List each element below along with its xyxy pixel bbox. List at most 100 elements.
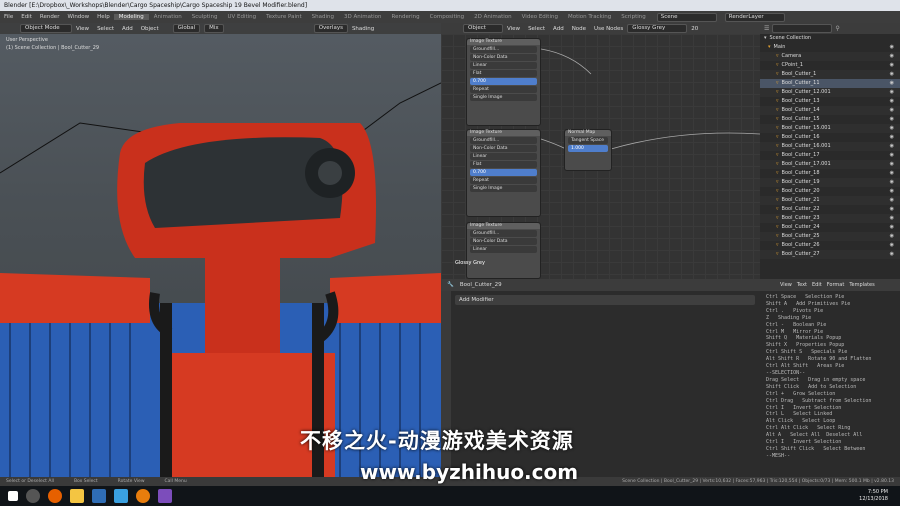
tab-video-editing[interactable]: Video Editing bbox=[517, 14, 563, 20]
node-colorspace[interactable]: Non-Color Data bbox=[470, 145, 537, 152]
outliner-item[interactable]: ▿ Bool_Cutter_1 ◉ bbox=[760, 70, 900, 79]
text-menu-edit[interactable]: Edit bbox=[812, 282, 822, 288]
use-nodes-checkbox[interactable]: Use Nodes bbox=[590, 26, 627, 32]
text-menu-templates[interactable]: Templates bbox=[849, 282, 874, 288]
node-menu-node[interactable]: Node bbox=[568, 26, 590, 32]
node-menu-view[interactable]: View bbox=[503, 26, 524, 32]
tab-compositing[interactable]: Compositing bbox=[425, 14, 469, 20]
visibility-eye-icon[interactable]: ◉ bbox=[890, 214, 894, 223]
outliner-item[interactable]: ▿ Bool_Cutter_15 ◉ bbox=[760, 115, 900, 124]
search-icon[interactable] bbox=[26, 489, 40, 503]
outliner-item[interactable]: ▿ Bool_Cutter_24 ◉ bbox=[760, 223, 900, 232]
node-source[interactable]: Single Image bbox=[470, 185, 537, 192]
node-extension[interactable]: Repeat bbox=[470, 86, 537, 93]
outliner-item[interactable]: ▿ Camera ◉ bbox=[760, 52, 900, 61]
visibility-eye-icon[interactable]: ◉ bbox=[890, 97, 894, 106]
outliner-item[interactable]: ▿ Bool_Cutter_21 ◉ bbox=[760, 196, 900, 205]
node-editor[interactable]: Image Texture Groundfill... Non-Color Da… bbox=[441, 34, 760, 279]
node-editor-type[interactable]: Object bbox=[463, 24, 503, 33]
text-menu-view[interactable]: View bbox=[780, 282, 792, 288]
outliner-item[interactable]: ▿ Bool_Cutter_16 ◉ bbox=[760, 133, 900, 142]
outliner-search[interactable] bbox=[772, 24, 833, 33]
app-icon[interactable] bbox=[92, 489, 106, 503]
menu-window[interactable]: Window bbox=[63, 14, 93, 20]
visibility-eye-icon[interactable]: ◉ bbox=[890, 232, 894, 241]
outliner-item[interactable]: ▿ Bool_Cutter_23 ◉ bbox=[760, 214, 900, 223]
shading-button[interactable]: Shading bbox=[348, 26, 378, 32]
visibility-eye-icon[interactable]: ◉ bbox=[890, 250, 894, 259]
visibility-eye-icon[interactable]: ◉ bbox=[890, 142, 894, 151]
node-strength-slider[interactable]: 1.000 bbox=[568, 145, 608, 152]
visibility-eye-icon[interactable]: ◉ bbox=[890, 223, 894, 232]
visibility-eye-icon[interactable]: ◉ bbox=[890, 79, 894, 88]
node-interp[interactable]: Linear bbox=[470, 153, 537, 160]
visibility-eye-icon[interactable]: ◉ bbox=[890, 241, 894, 250]
visibility-eye-icon[interactable]: ◉ bbox=[890, 205, 894, 214]
mail-icon[interactable] bbox=[114, 489, 128, 503]
node-extension[interactable]: Repeat bbox=[470, 177, 537, 184]
node-menu-select[interactable]: Select bbox=[524, 26, 549, 32]
filter-icon[interactable]: ⚲ bbox=[835, 25, 839, 32]
visibility-eye-icon[interactable]: ◉ bbox=[890, 196, 894, 205]
text-editor[interactable]: Ctrl Space Selection Pie Shift A Add Prim… bbox=[760, 291, 900, 477]
outliner-item[interactable]: ▿ Bool_Cutter_27 ◉ bbox=[760, 250, 900, 259]
image-texture-node[interactable]: Image Texture Groundfill... Non-Color Da… bbox=[466, 38, 541, 126]
node-projection[interactable]: Flat bbox=[470, 70, 537, 77]
tab-motion-tracking[interactable]: Motion Tracking bbox=[563, 14, 616, 20]
tab-3d-animation[interactable]: 3D Animation bbox=[339, 14, 387, 20]
tab-modeling[interactable]: Modeling bbox=[113, 14, 149, 20]
visibility-eye-icon[interactable]: ◉ bbox=[890, 151, 894, 160]
overlays-button[interactable]: Overlays bbox=[313, 24, 348, 33]
outliner-item[interactable]: ▿ Bool_Cutter_22 ◉ bbox=[760, 205, 900, 214]
clock[interactable]: 7:50 PM 12/13/2018 bbox=[859, 489, 888, 503]
node-image-field[interactable]: Groundfill... bbox=[470, 46, 537, 53]
outliner-root[interactable]: ▾ Scene Collection bbox=[760, 34, 900, 43]
text-menu-text[interactable]: Text bbox=[797, 282, 807, 288]
visibility-eye-icon[interactable]: ◉ bbox=[890, 52, 894, 61]
outliner-item[interactable]: ▿ Bool_Cutter_20 ◉ bbox=[760, 187, 900, 196]
folder-icon[interactable] bbox=[70, 489, 84, 503]
3d-viewport[interactable]: Object Mode View Select Add Object Globa… bbox=[0, 23, 441, 477]
visibility-eye-icon[interactable]: ◉ bbox=[890, 160, 894, 169]
outliner-item[interactable]: ▿ Bool_Cutter_11 ◉ bbox=[760, 79, 900, 88]
node-image-field[interactable]: Groundfill... bbox=[470, 137, 537, 144]
windows-start-icon[interactable] bbox=[8, 491, 18, 501]
node-colorspace[interactable]: Non-Color Data bbox=[470, 54, 537, 61]
view-layer-selector[interactable]: RenderLayer bbox=[724, 12, 785, 22]
tab-shading[interactable]: Shading bbox=[307, 14, 339, 20]
outliner-item[interactable]: ▿ Bool_Cutter_14 ◉ bbox=[760, 106, 900, 115]
outliner-item[interactable]: ▿ Bool_Cutter_15.001 ◉ bbox=[760, 124, 900, 133]
text-menu-format[interactable]: Format bbox=[827, 282, 845, 288]
menu-help[interactable]: Help bbox=[93, 14, 114, 20]
pivot-selector[interactable]: Mix bbox=[204, 24, 224, 33]
outliner-item[interactable]: ▿ Bool_Cutter_12.001 ◉ bbox=[760, 88, 900, 97]
blender-icon[interactable] bbox=[136, 489, 150, 503]
visibility-eye-icon[interactable]: ◉ bbox=[890, 187, 894, 196]
outliner-item[interactable]: ▿ Bool_Cutter_19 ◉ bbox=[760, 178, 900, 187]
visibility-eye-icon[interactable]: ◉ bbox=[890, 70, 894, 79]
tab-texture-paint[interactable]: Texture Paint bbox=[261, 14, 307, 20]
menu-render[interactable]: Render bbox=[36, 14, 64, 20]
outliner-item[interactable]: ▿ Bool_Cutter_26 ◉ bbox=[760, 241, 900, 250]
outliner-item[interactable]: ▿ Bool_Cutter_17 ◉ bbox=[760, 151, 900, 160]
visibility-eye-icon[interactable]: ◉ bbox=[890, 106, 894, 115]
viewport-menu-object[interactable]: Object bbox=[137, 26, 163, 32]
tab-2d-animation[interactable]: 2D Animation bbox=[469, 14, 517, 20]
vs-icon[interactable] bbox=[158, 489, 172, 503]
viewport-menu-view[interactable]: View bbox=[72, 26, 93, 32]
outliner-item[interactable]: ▿ Bool_Cutter_18 ◉ bbox=[760, 169, 900, 178]
outliner-item[interactable]: ▿ CPoint_1 ◉ bbox=[760, 61, 900, 70]
normal-map-node[interactable]: Normal Map Tangent Space 1.000 bbox=[564, 129, 612, 171]
outliner[interactable]: ▾ Scene Collection ▾ Main ◉ ▿ Camera ◉ ▿ CPoint_… bbox=[760, 34, 900, 279]
visibility-eye-icon[interactable]: ◉ bbox=[890, 88, 894, 97]
visibility-eye-icon[interactable]: ◉ bbox=[890, 178, 894, 187]
editor-type-icon[interactable]: ☰ bbox=[764, 25, 769, 32]
add-modifier-button[interactable]: Add Modifier bbox=[455, 295, 755, 305]
node-space[interactable]: Tangent Space bbox=[568, 137, 608, 144]
outliner-item[interactable]: ▾ Main ◉ bbox=[760, 43, 900, 52]
image-texture-node[interactable]: Image Texture Groundfill... Non-Color Da… bbox=[466, 222, 541, 279]
menu-file[interactable]: File bbox=[0, 14, 17, 20]
visibility-eye-icon[interactable]: ◉ bbox=[890, 133, 894, 142]
viewport-menu-select[interactable]: Select bbox=[93, 26, 118, 32]
visibility-eye-icon[interactable]: ◉ bbox=[890, 61, 894, 70]
